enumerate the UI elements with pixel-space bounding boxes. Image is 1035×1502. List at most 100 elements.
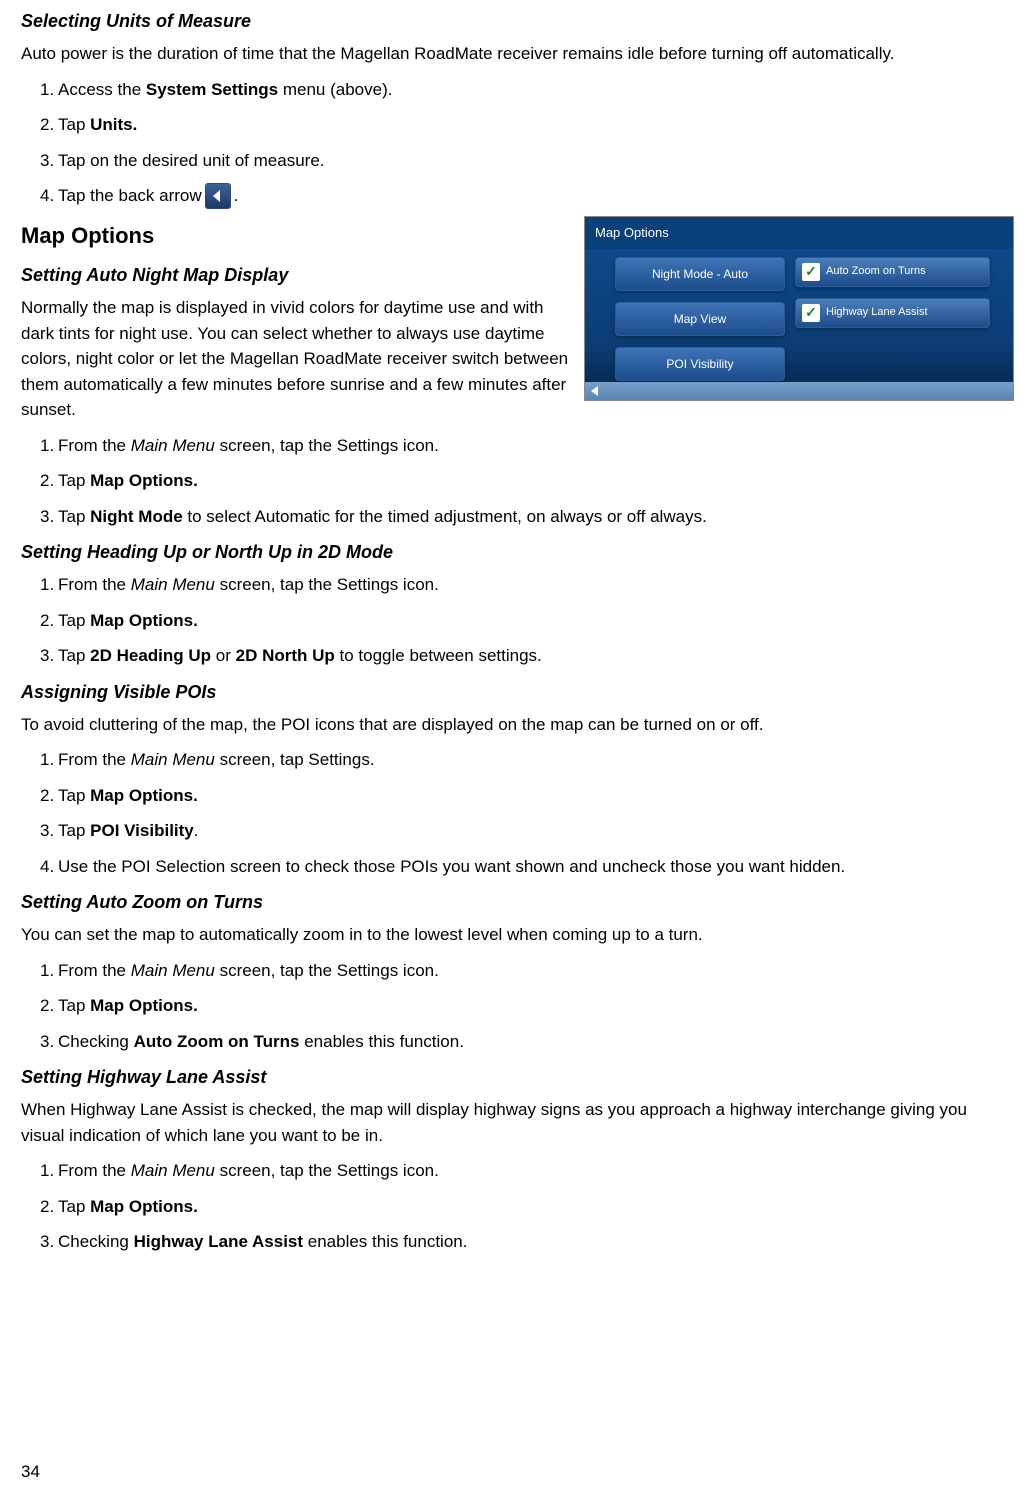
- step-item: 2. Tap Units.: [58, 112, 1014, 138]
- step-item: 2. Tap Map Options.: [58, 468, 1014, 494]
- step-post: screen, tap the Settings icon.: [215, 1161, 439, 1180]
- step-post: screen, tap the Settings icon.: [215, 575, 439, 594]
- step-num: 3.: [40, 643, 54, 669]
- step-text: Tap: [58, 821, 90, 840]
- step-bold: Auto Zoom on Turns: [134, 1032, 300, 1051]
- step-italic: Main Menu: [131, 1161, 215, 1180]
- step-num: 3.: [40, 1029, 54, 1055]
- step-num: 3.: [40, 148, 54, 174]
- section-title-units: Selecting Units of Measure: [21, 8, 1014, 35]
- step-text: Tap on the desired unit of measure.: [58, 151, 325, 170]
- section-desc: When Highway Lane Assist is checked, the…: [21, 1097, 1014, 1148]
- step-num: 2.: [40, 783, 54, 809]
- step-italic: Main Menu: [131, 575, 215, 594]
- step-item-back-arrow: 4. Tap the back arrow .: [58, 183, 1014, 209]
- screenshot-right-col: ✓ Auto Zoom on Turns ✓ Highway Lane Assi…: [795, 257, 990, 381]
- step-bold: Map Options.: [90, 1197, 198, 1216]
- step-num: 3.: [40, 818, 54, 844]
- step-text: From the: [58, 750, 131, 769]
- steps-list: 1. From the Main Menu screen, tap the Se…: [21, 433, 1014, 530]
- step-num: 1.: [40, 958, 54, 984]
- step-num: 2.: [40, 993, 54, 1019]
- step-num: 2.: [40, 112, 54, 138]
- steps-list: 1. Access the System Settings menu (abov…: [21, 77, 1014, 210]
- back-icon[interactable]: [589, 385, 605, 397]
- step-item: 2. Tap Map Options.: [58, 783, 1014, 809]
- step-item: 1. From the Main Menu screen, tap the Se…: [58, 1158, 1014, 1184]
- step-post: to select Automatic for the timed adjust…: [183, 507, 707, 526]
- screenshot-body: Night Mode - Auto Map View POI Visibilit…: [585, 249, 1013, 389]
- step-text: From the: [58, 1161, 131, 1180]
- step-item: 1. From the Main Menu screen, tap Settin…: [58, 747, 1014, 773]
- step-text: Tap: [58, 471, 90, 490]
- step-num: 4.: [40, 183, 54, 209]
- map-view-button[interactable]: Map View: [615, 302, 785, 336]
- step-text: Access the: [58, 80, 146, 99]
- checkmark-icon: ✓: [802, 263, 820, 281]
- step-item: 3. Tap on the desired unit of measure.: [58, 148, 1014, 174]
- step-post: to toggle between settings.: [335, 646, 542, 665]
- step-item: 2. Tap Map Options.: [58, 1194, 1014, 1220]
- step-post: screen, tap the Settings icon.: [215, 436, 439, 455]
- step-bold: Night Mode: [90, 507, 183, 526]
- section-desc: Auto power is the duration of time that …: [21, 41, 1014, 67]
- step-num: 1.: [40, 572, 54, 598]
- step-text: From the: [58, 961, 131, 980]
- step-num: 2.: [40, 1194, 54, 1220]
- step-item: 1. From the Main Menu screen, tap the Se…: [58, 433, 1014, 459]
- step-bold: 2D North Up: [236, 646, 335, 665]
- step-item: 1. From the Main Menu screen, tap the Se…: [58, 958, 1014, 984]
- section-title-lane-assist: Setting Highway Lane Assist: [21, 1064, 1014, 1091]
- step-post: screen, tap the Settings icon.: [215, 961, 439, 980]
- checkmark-icon: ✓: [802, 304, 820, 322]
- screenshot-bottom-bar: [585, 382, 1013, 400]
- section-desc: To avoid cluttering of the map, the POI …: [21, 712, 1014, 738]
- night-mode-button[interactable]: Night Mode - Auto: [615, 257, 785, 291]
- step-item: 3. Checking Highway Lane Assist enables …: [58, 1229, 1014, 1255]
- step-text: Tap: [58, 786, 90, 805]
- step-text: Tap: [58, 1197, 90, 1216]
- steps-list: 1. From the Main Menu screen, tap the Se…: [21, 1158, 1014, 1255]
- step-num: 3.: [40, 504, 54, 530]
- screenshot-left-col: Night Mode - Auto Map View POI Visibilit…: [615, 257, 785, 381]
- step-text: From the: [58, 575, 131, 594]
- steps-list: 1. From the Main Menu screen, tap the Se…: [21, 572, 1014, 669]
- section-title-auto-zoom: Setting Auto Zoom on Turns: [21, 889, 1014, 916]
- step-italic: Main Menu: [131, 961, 215, 980]
- step-item: 3. Tap POI Visibility.: [58, 818, 1014, 844]
- step-bold: Units.: [90, 115, 137, 134]
- step-mid: or: [211, 646, 236, 665]
- screenshot-title: Map Options: [585, 217, 1013, 249]
- step-item: 2. Tap Map Options.: [58, 993, 1014, 1019]
- step-text: Checking: [58, 1232, 134, 1251]
- step-bold: System Settings: [146, 80, 278, 99]
- step-num: 4.: [40, 854, 54, 880]
- step-post: screen, tap Settings.: [215, 750, 375, 769]
- step-bold: Map Options.: [90, 786, 198, 805]
- step-item: 1. From the Main Menu screen, tap the Se…: [58, 572, 1014, 598]
- step-item: 3. Tap Night Mode to select Automatic fo…: [58, 504, 1014, 530]
- step-num: 2.: [40, 608, 54, 634]
- step-text: Tap: [58, 115, 90, 134]
- steps-list: 1. From the Main Menu screen, tap the Se…: [21, 958, 1014, 1055]
- step-post: menu (above).: [278, 80, 392, 99]
- step-text: Tap: [58, 507, 90, 526]
- step-italic: Main Menu: [131, 750, 215, 769]
- poi-visibility-button[interactable]: POI Visibility: [615, 347, 785, 381]
- step-item: 1. Access the System Settings menu (abov…: [58, 77, 1014, 103]
- highway-lane-assist-checkbox[interactable]: ✓ Highway Lane Assist: [795, 298, 990, 328]
- step-post: enables this function.: [299, 1032, 463, 1051]
- step-bold: POI Visibility: [90, 821, 194, 840]
- checkbox-label: Highway Lane Assist: [826, 304, 928, 321]
- step-bold: Map Options.: [90, 996, 198, 1015]
- auto-zoom-checkbox[interactable]: ✓ Auto Zoom on Turns: [795, 257, 990, 287]
- step-text: Tap: [58, 611, 90, 630]
- step-num: 1.: [40, 747, 54, 773]
- section-title-heading-up: Setting Heading Up or North Up in 2D Mod…: [21, 539, 1014, 566]
- step-num: 1.: [40, 1158, 54, 1184]
- step-italic: Main Menu: [131, 436, 215, 455]
- steps-list: 1. From the Main Menu screen, tap Settin…: [21, 747, 1014, 879]
- checkbox-label: Auto Zoom on Turns: [826, 263, 926, 280]
- section-desc: Normally the map is displayed in vivid c…: [21, 295, 581, 423]
- step-bold: Map Options.: [90, 471, 198, 490]
